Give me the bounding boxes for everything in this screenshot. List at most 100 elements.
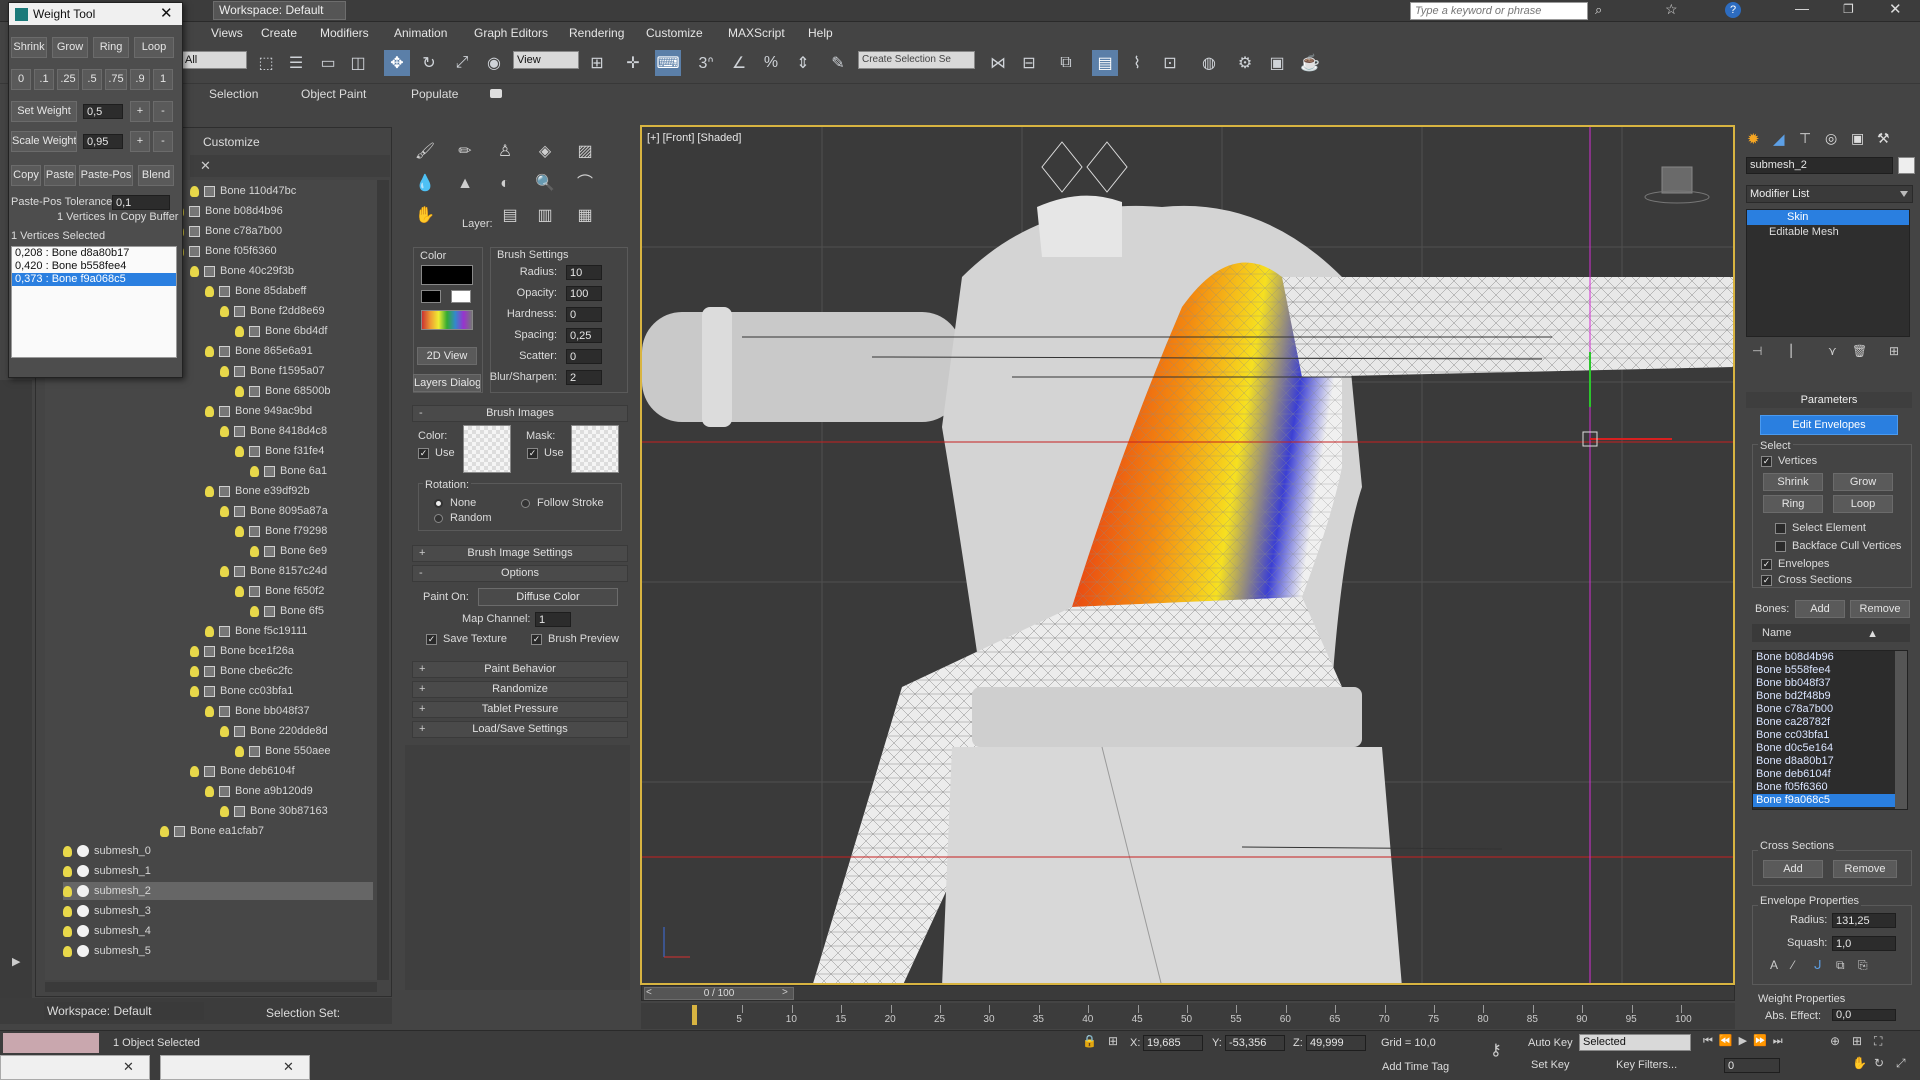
rot-random-radio[interactable] <box>434 514 443 523</box>
edit-envelopes-button[interactable]: Edit Envelopes <box>1760 415 1898 435</box>
make-unique-icon[interactable]: ⋎ <box>1828 344 1837 358</box>
scale-icon[interactable]: ⤢ <box>449 50 475 76</box>
tree-row-bone[interactable]: Bone f5c19111 <box>205 622 307 640</box>
zoom-all-icon[interactable]: ⊞ <box>1852 1034 1862 1048</box>
time-slider[interactable]: 0 / 100 < > <box>641 985 1735 1001</box>
brush-preview-checkbox[interactable]: ✓ <box>531 634 542 645</box>
tree-row-bone[interactable]: Bone bce1f26a <box>190 642 294 660</box>
key-icon[interactable]: ⚷ <box>1490 1040 1502 1060</box>
sharpen-icon[interactable]: ▲ <box>453 172 477 196</box>
wt-set-weight-button[interactable]: Set Weight <box>11 101 77 122</box>
render-icon[interactable]: ☕ <box>1297 50 1323 76</box>
time-slider-handle[interactable]: 0 / 100 <box>644 987 794 1000</box>
zoom-icon[interactable]: ⊕ <box>1830 1034 1840 1048</box>
minimized-window-2[interactable]: ✕ <box>160 1055 310 1080</box>
restore-icon[interactable]: ❐ <box>1843 2 1854 16</box>
align-icon[interactable]: ⊟ <box>1016 50 1042 76</box>
tree-row-mesh[interactable]: submesh_0 <box>63 842 373 860</box>
time-prev-icon[interactable]: < <box>646 987 652 998</box>
viewport-label[interactable]: [+] [Front] [Shaded] <box>647 132 741 144</box>
configure-sets-icon[interactable]: ⊞ <box>1889 344 1899 358</box>
explorer-close-icon[interactable]: ✕ <box>200 158 211 174</box>
select-by-name-icon[interactable]: ☰ <box>283 50 309 76</box>
y-coord-input[interactable]: -53,356 <box>1225 1035 1285 1051</box>
visibility-bulb-icon[interactable] <box>190 765 199 777</box>
bone-list-item[interactable]: Bone d0c5e164 <box>1753 742 1907 755</box>
visibility-bulb-icon[interactable] <box>235 585 244 597</box>
paste-envelope-icon[interactable]: ⎘ <box>1858 958 1868 973</box>
wt-ring-button[interactable]: Ring <box>93 37 129 58</box>
pencil-icon[interactable]: ✏ <box>453 140 477 164</box>
visibility-bulb-icon[interactable] <box>63 885 72 897</box>
wt-weight-0-button[interactable]: 0 <box>11 69 31 90</box>
set-key-button[interactable]: Set Key <box>1531 1059 1570 1071</box>
tree-row-bone[interactable]: Bone f1595a07 <box>220 362 325 380</box>
smudge-icon[interactable]: ⌒ <box>573 172 597 196</box>
backface-checkbox[interactable] <box>1775 541 1786 552</box>
bones-name-header[interactable]: Name ▲ <box>1752 624 1910 642</box>
brush-image-settings-rollout[interactable]: + Brush Image Settings <box>412 545 628 562</box>
visibility-bulb-icon[interactable] <box>190 185 199 197</box>
stack-item-skin[interactable]: Skin <box>1747 210 1909 225</box>
falloff-a-icon[interactable]: A <box>1770 958 1778 972</box>
contrast-icon[interactable]: ◐ <box>493 172 517 196</box>
visibility-bulb-icon[interactable] <box>63 865 72 877</box>
tree-row-bone[interactable]: Bone cc03bfa1 <box>190 682 293 700</box>
tablet-pressure-rollout[interactable]: + Tablet Pressure <box>412 701 628 718</box>
options-rollout[interactable]: - Options <box>412 565 628 582</box>
absolute-mode-icon[interactable]: ⊞ <box>1108 1034 1118 1048</box>
wt-weight-list[interactable]: 0,208 : Bone d8a80b17 0,420 : Bone b558f… <box>11 246 177 358</box>
menu-create[interactable]: Create <box>261 26 297 40</box>
wt-scale-weight-plus[interactable]: + <box>130 131 150 152</box>
remove-cross-section-button[interactable]: Remove <box>1833 860 1897 878</box>
bg-color-swatch-black[interactable] <box>421 290 441 303</box>
tree-row-bone[interactable]: Bone f650f2 <box>235 582 324 600</box>
tree-row-bone[interactable]: Bone 6bd4df <box>235 322 327 340</box>
tree-row-bone[interactable]: Bone a9b120d9 <box>205 782 313 800</box>
visibility-bulb-icon[interactable] <box>235 525 244 537</box>
time-next-icon[interactable]: > <box>782 987 788 998</box>
bone-list-item[interactable]: Bone bd2f48b9 <box>1753 690 1907 703</box>
render-frame-icon[interactable]: ▣ <box>1264 50 1290 76</box>
brush-setting-input[interactable]: 0,25 <box>566 328 602 343</box>
ref-coord-dropdown[interactable]: View <box>513 51 579 69</box>
material-editor-icon[interactable]: ◍ <box>1196 50 1222 76</box>
tree-row-bone[interactable]: Bone 30b87163 <box>220 802 328 820</box>
visibility-bulb-icon[interactable] <box>220 425 229 437</box>
pan-icon[interactable]: ✋ <box>1852 1056 1867 1070</box>
modifier-list-dropdown[interactable]: Modifier List <box>1746 185 1913 203</box>
utilities-tab-icon[interactable]: ⚒ <box>1877 130 1890 147</box>
paint-brush-icon[interactable]: 🖌 <box>413 140 437 164</box>
help-icon[interactable]: ? <box>1725 2 1741 18</box>
bone-list-item[interactable]: Bone f9a068c5 <box>1753 794 1907 807</box>
weight-tool-titlebar[interactable]: Weight Tool <box>9 3 182 25</box>
workspace-dropdown[interactable]: Workspace: Default <box>213 1 346 20</box>
parameters-rollout-header[interactable]: Parameters <box>1746 392 1912 408</box>
ribbon-tab-object-paint[interactable]: Object Paint <box>301 87 366 101</box>
motion-tab-icon[interactable]: ◎ <box>1825 130 1837 147</box>
save-texture-checkbox[interactable]: ✓ <box>426 634 437 645</box>
tree-row-bone[interactable]: Bone ea1cfab7 <box>160 822 264 840</box>
layer-merge-icon[interactable]: ▥ <box>533 204 557 228</box>
wt-tolerance-input[interactable]: 0,1 <box>112 195 170 210</box>
visibility-bulb-icon[interactable] <box>220 565 229 577</box>
explorer-scrollbar[interactable] <box>377 180 389 980</box>
visibility-bulb-icon[interactable] <box>235 385 244 397</box>
modify-tab-icon[interactable]: ◢ <box>1773 130 1785 148</box>
visibility-bulb-icon[interactable] <box>220 305 229 317</box>
copy-envelope-icon[interactable]: ⧉ <box>1836 958 1845 973</box>
wt-shrink-button[interactable]: Shrink <box>11 37 47 58</box>
ring-button[interactable]: Ring <box>1763 495 1823 513</box>
layer-copy-icon[interactable]: ▦ <box>573 204 597 228</box>
bone-list-item[interactable]: Bone d8a80b17 <box>1753 755 1907 768</box>
display-tab-icon[interactable]: ▣ <box>1851 130 1864 147</box>
tree-row-bone[interactable]: Bone 949ac9bd <box>205 402 312 420</box>
wt-loop-button[interactable]: Loop <box>134 37 174 58</box>
bone-list-item[interactable]: Bone ca28782f <box>1753 716 1907 729</box>
visibility-bulb-icon[interactable] <box>190 645 199 657</box>
menu-graph-editors[interactable]: Graph Editors <box>474 26 548 40</box>
show-end-result-icon[interactable]: ⎮ <box>1788 344 1794 358</box>
menu-rendering[interactable]: Rendering <box>569 26 624 40</box>
wt-blend-button[interactable]: Blend <box>138 165 174 186</box>
bg-color-swatch-white[interactable] <box>451 290 471 303</box>
